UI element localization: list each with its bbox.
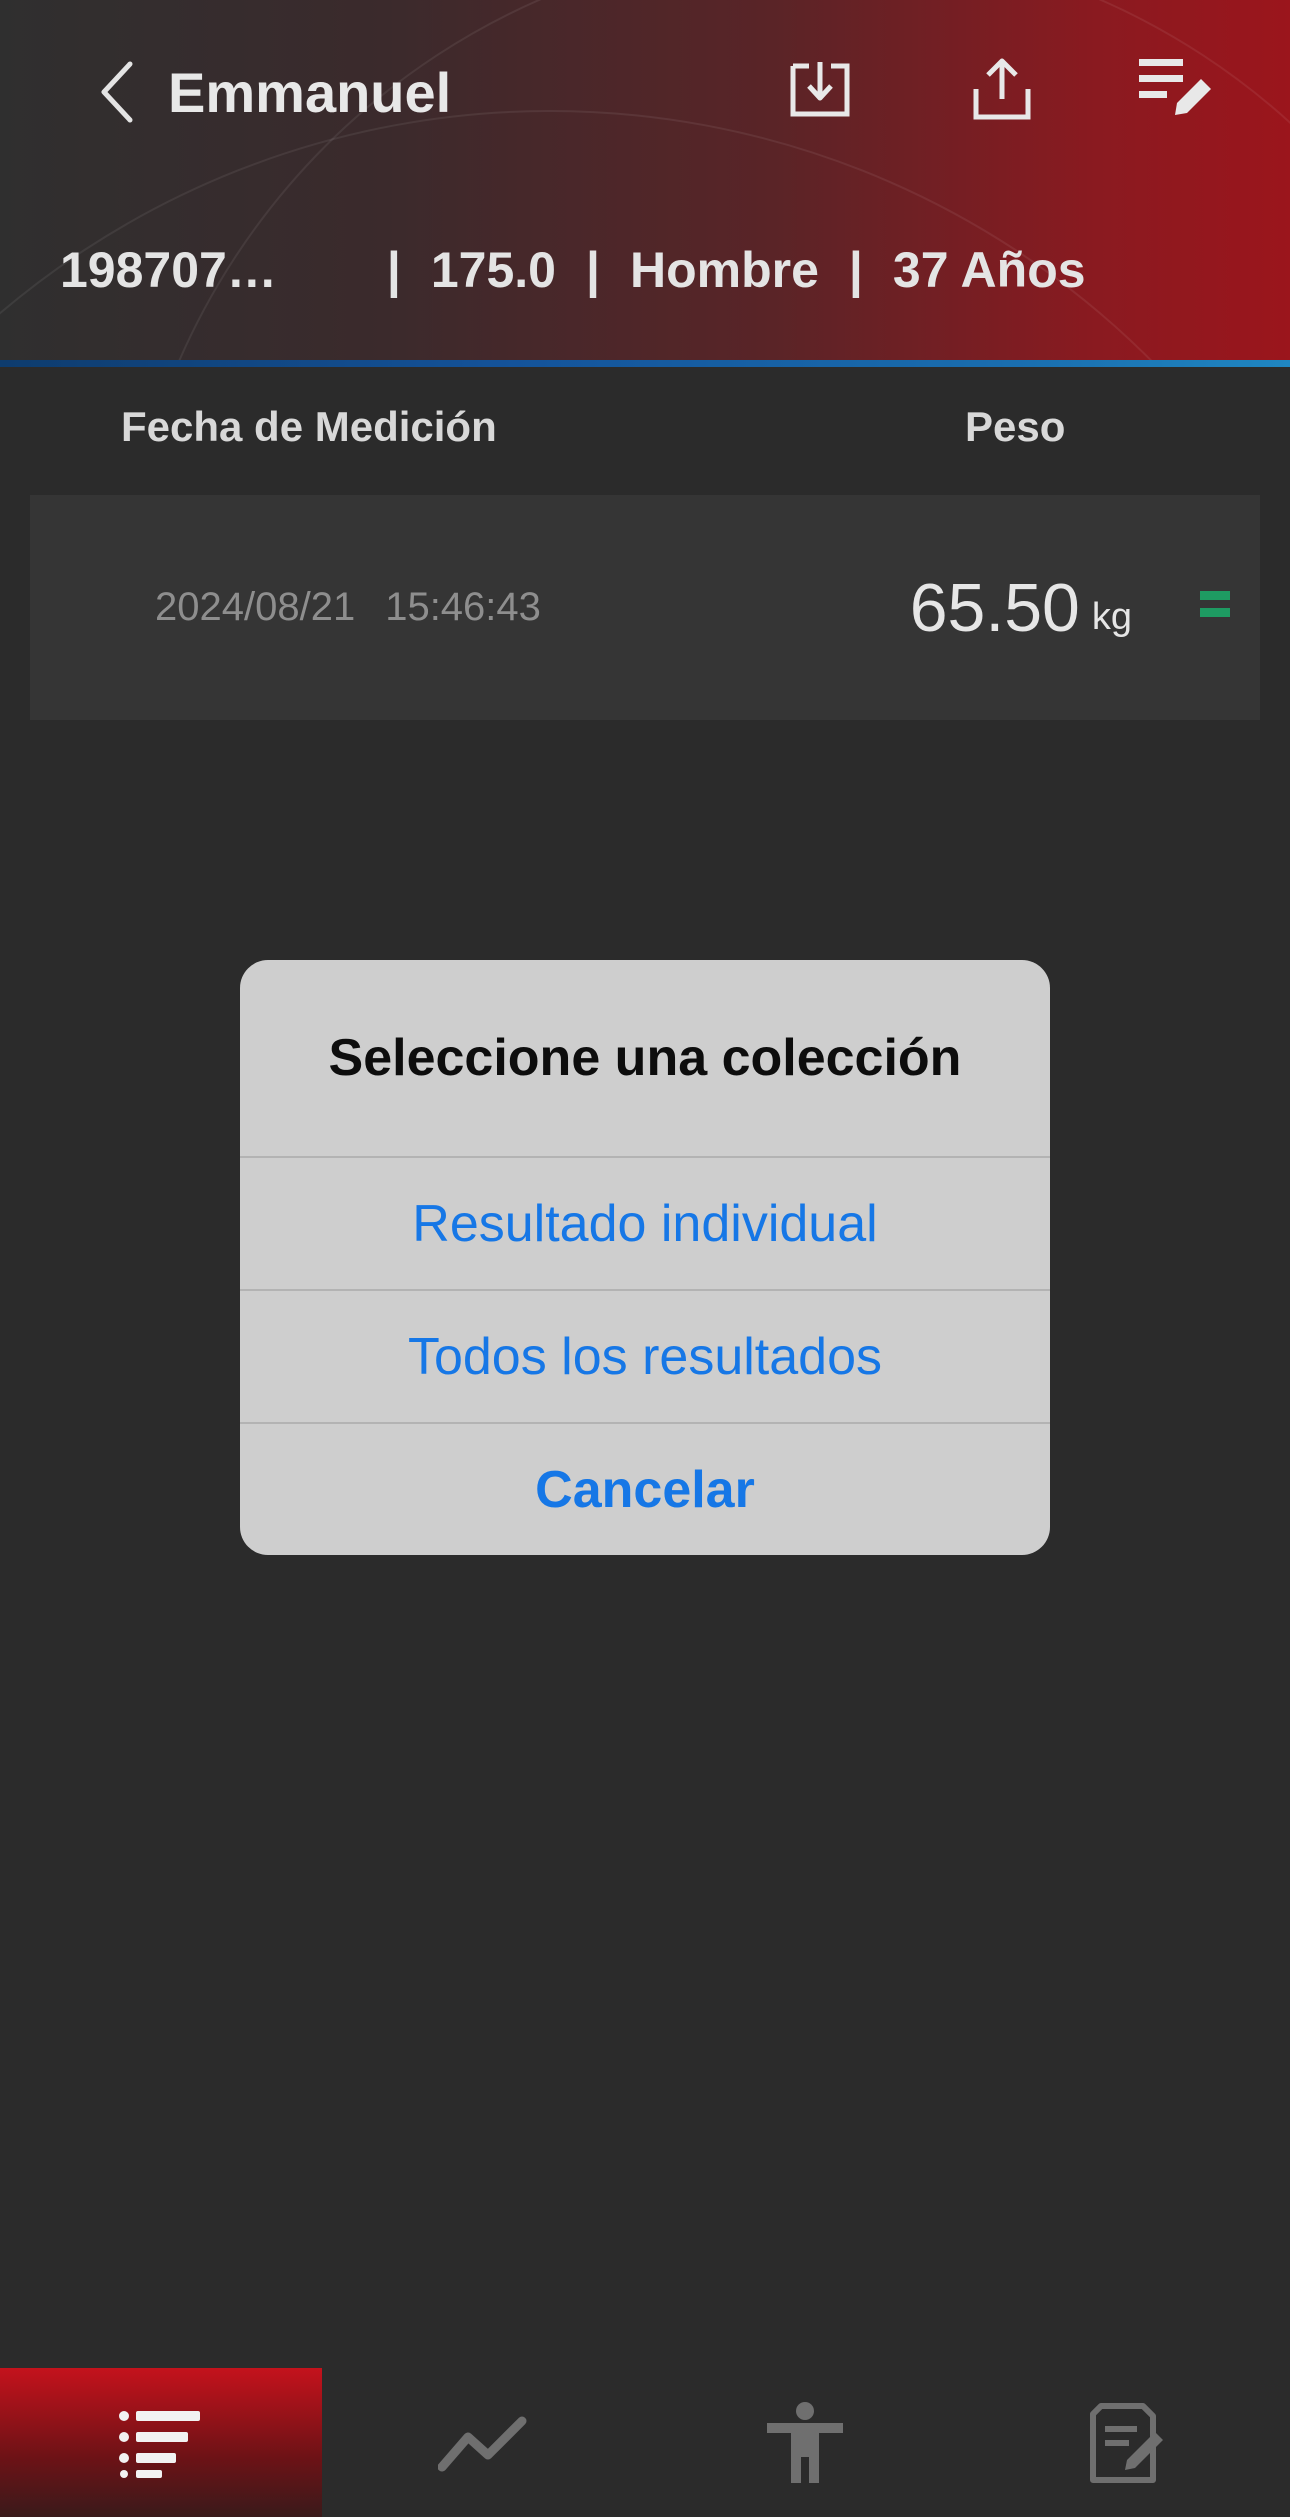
tab-list[interactable] bbox=[0, 2368, 322, 2517]
list-icon bbox=[119, 2410, 200, 2478]
tab-body[interactable] bbox=[644, 2368, 966, 2517]
dialog-title: Seleccione una colección bbox=[328, 1029, 962, 1087]
single-result-button[interactable]: Resultado individual bbox=[240, 1156, 1050, 1289]
tab-notes[interactable] bbox=[966, 2368, 1288, 2517]
trend-chart-icon bbox=[438, 2416, 527, 2471]
all-results-button[interactable]: Todos los resultados bbox=[240, 1289, 1050, 1422]
notes-edit-icon bbox=[1090, 2402, 1163, 2483]
tab-trend[interactable] bbox=[322, 2368, 644, 2517]
collection-select-dialog: Seleccione una colección Resultado indiv… bbox=[240, 960, 1050, 1555]
bottom-tab-bar bbox=[0, 2368, 1290, 2517]
body-figure-icon bbox=[767, 2401, 843, 2483]
cancel-button[interactable]: Cancelar bbox=[240, 1422, 1050, 1555]
